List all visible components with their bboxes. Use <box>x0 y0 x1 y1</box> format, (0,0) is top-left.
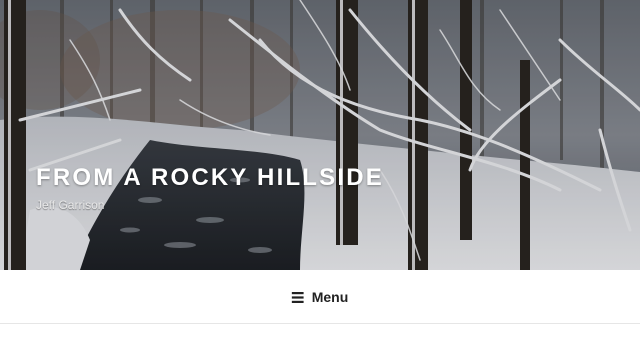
page: FROM A ROCKY HILLSIDE Jeff Garrison Menu <box>0 0 640 360</box>
site-title-link[interactable]: FROM A ROCKY HILLSIDE <box>36 163 384 193</box>
menu-toggle-button[interactable]: Menu <box>288 285 353 309</box>
site-branding: FROM A ROCKY HILLSIDE Jeff Garrison <box>36 163 384 213</box>
site-description: Jeff Garrison <box>36 198 105 212</box>
site-header: FROM A ROCKY HILLSIDE Jeff Garrison <box>0 0 640 270</box>
header-photo <box>0 0 640 270</box>
navigation-bar: Menu <box>0 270 640 324</box>
hamburger-icon <box>291 291 304 303</box>
menu-label: Menu <box>311 289 349 305</box>
